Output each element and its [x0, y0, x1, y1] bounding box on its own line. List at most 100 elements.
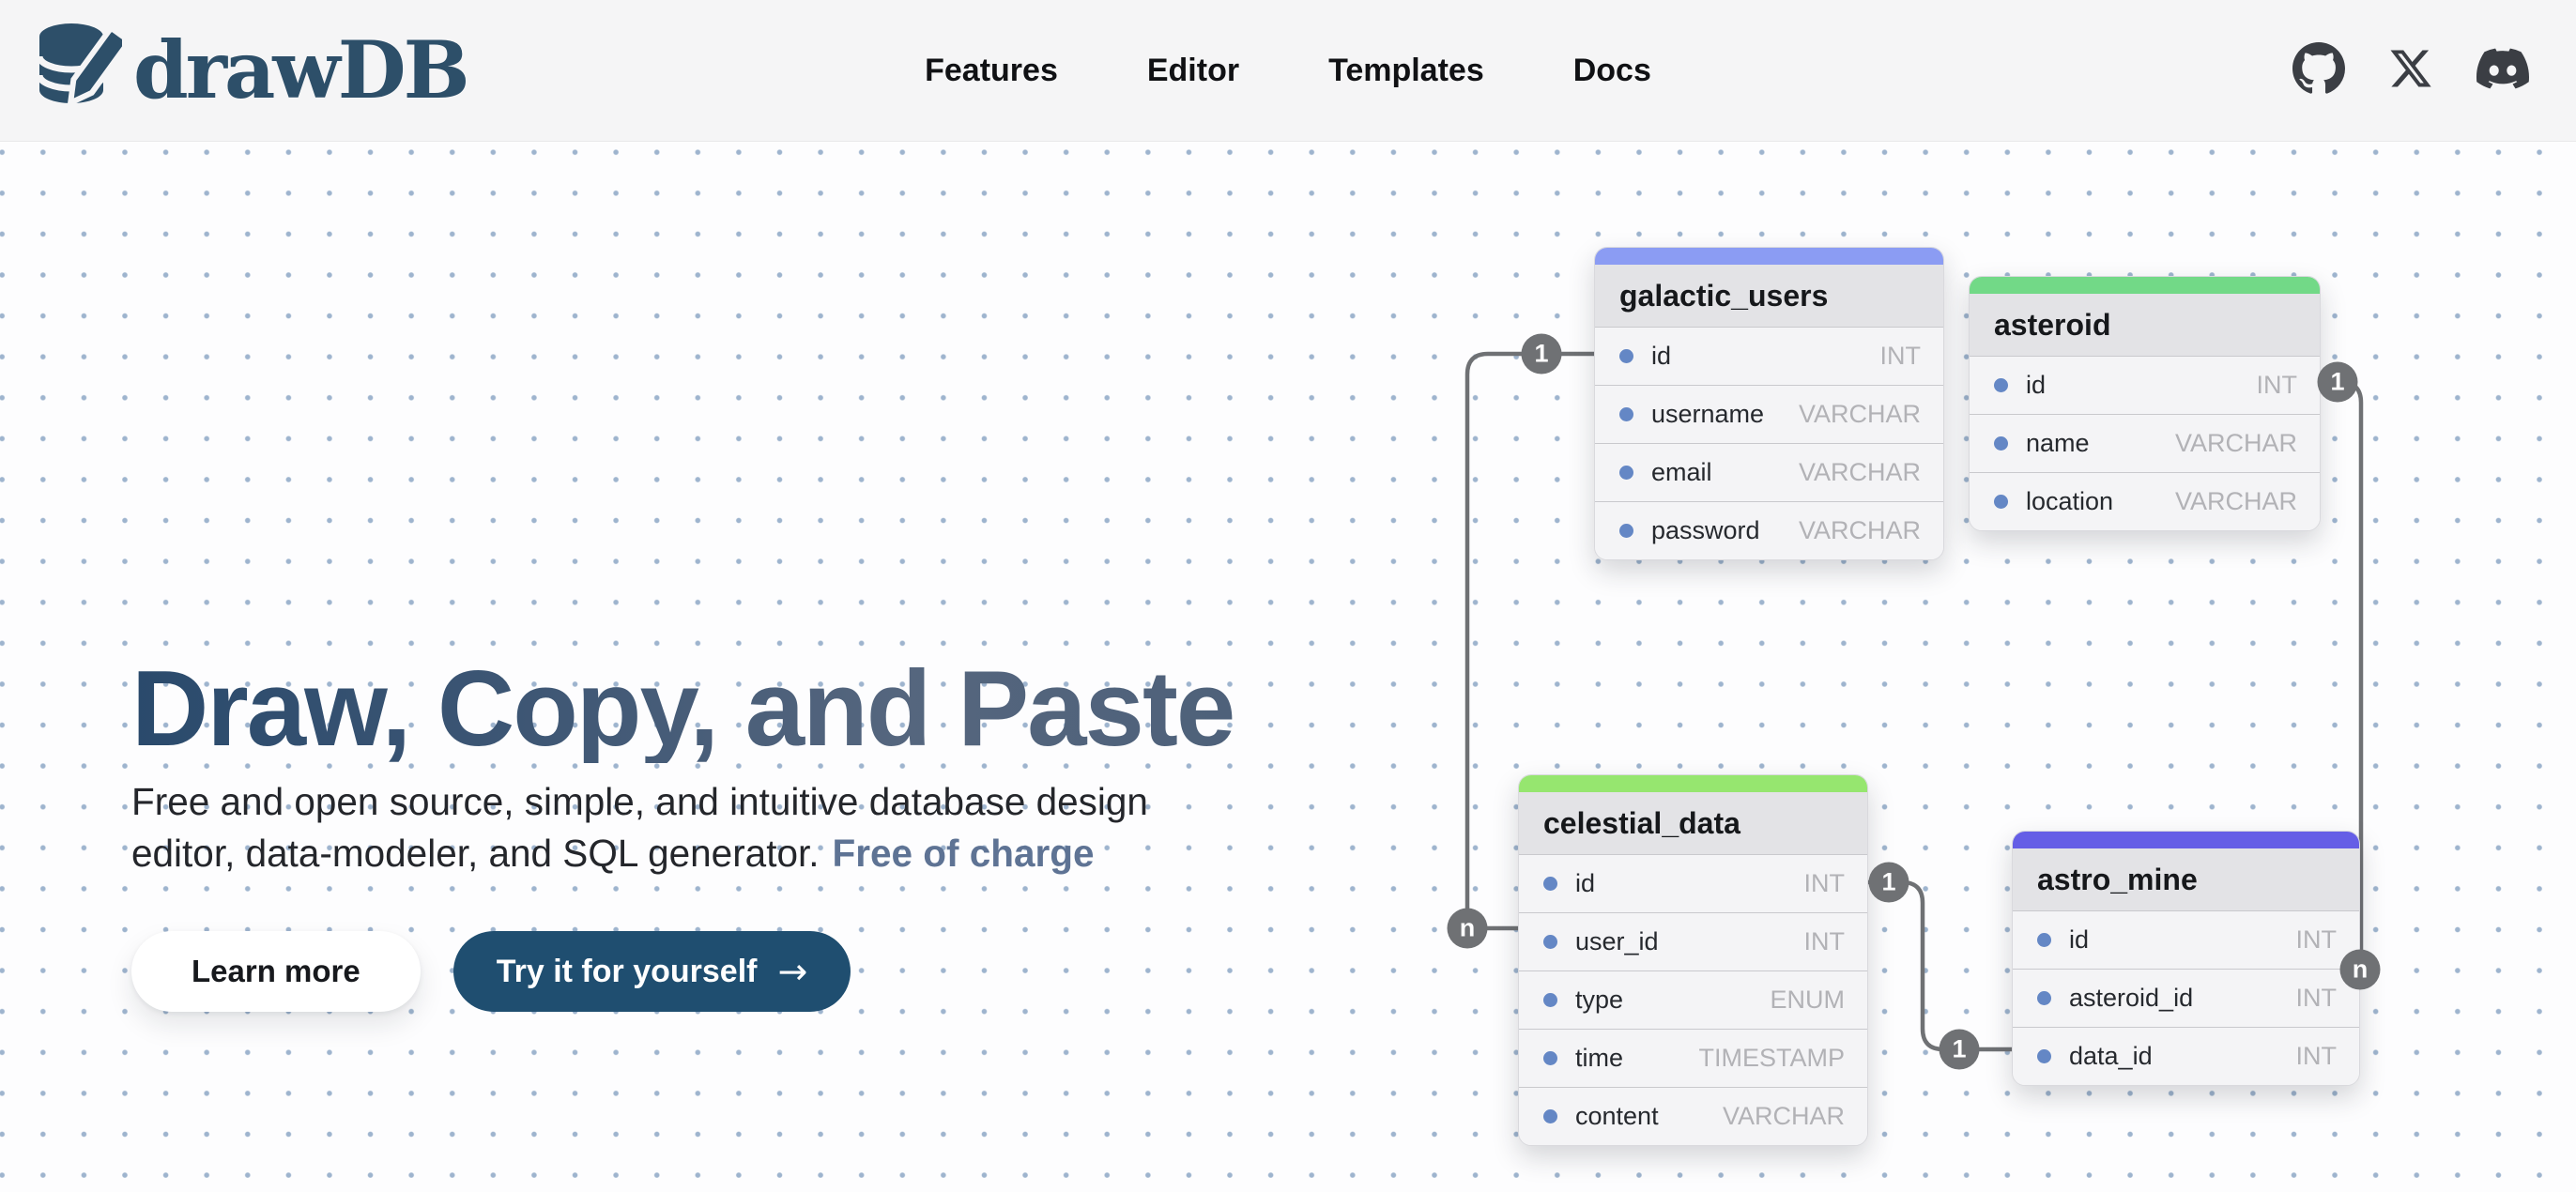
- field-dot-icon: [1994, 495, 2008, 509]
- field-dot-icon: [1543, 1109, 1557, 1123]
- table-name: galactic_users: [1595, 265, 1943, 327]
- table-name: asteroid: [1970, 294, 2320, 356]
- table-celestial_data: celestial_dataidINTuser_idINTtypeENUMtim…: [1518, 774, 1868, 1146]
- field-type: INT: [2296, 984, 2338, 1013]
- field-type: VARCHAR: [1723, 1102, 1845, 1131]
- cardinality-badge: 1: [1869, 863, 1909, 903]
- table-astro_mine: astro_mineid INT asteroid_id INT data_id INT: [2012, 831, 2360, 1086]
- field-dot-icon: [1619, 524, 1633, 538]
- table-row: id INT: [1595, 327, 1943, 385]
- field-dot-icon: [2037, 1049, 2051, 1063]
- table-galactic_users: galactic_usersid INT username VARCHAR email V…: [1594, 247, 1944, 560]
- field-name: type: [1575, 986, 1623, 1015]
- field-name: asteroid_id: [2069, 984, 2193, 1013]
- cardinality-badge: 1: [1940, 1030, 1980, 1070]
- github-icon: [2292, 42, 2345, 99]
- field-type: INT: [1880, 342, 1922, 371]
- table-row: email VARCHAR: [1595, 443, 1943, 501]
- field-name: id: [2069, 925, 2089, 955]
- nav-link-editor[interactable]: Editor: [1147, 53, 1239, 89]
- field-dot-icon: [1994, 436, 2008, 451]
- table-asteroid: asteroid id INT name VARCHAR location VARCHAR: [1969, 276, 2321, 531]
- hero-section: Draw, Copy, and Paste Free and open sour…: [0, 142, 2576, 1192]
- relationship-line-celestial-astromine: [1866, 882, 2014, 1049]
- main-nav: Features Editor Templates Docs: [925, 53, 1651, 89]
- field-name: location: [2026, 487, 2113, 516]
- hero-title: Draw, Copy, and Paste: [131, 656, 1234, 763]
- field-name: password: [1651, 516, 1760, 545]
- hero-subtitle-line2: editor, data-modeler, and SQL generator.: [131, 832, 819, 875]
- field-type: INT: [1804, 927, 1846, 956]
- field-dot-icon: [1543, 935, 1557, 949]
- field-name: id: [1651, 342, 1671, 371]
- social-link-discord[interactable]: [2476, 42, 2529, 99]
- field-dot-icon: [2037, 991, 2051, 1005]
- field-dot-icon: [1994, 378, 2008, 392]
- field-dot-icon: [1543, 993, 1557, 1007]
- cardinality-badge: 1: [2318, 362, 2358, 403]
- field-type: TIMESTAMP: [1698, 1044, 1845, 1073]
- nav-link-templates[interactable]: Templates: [1328, 53, 1484, 89]
- field-type: INT: [2296, 925, 2338, 955]
- discord-icon: [2476, 42, 2529, 99]
- table-row: content VARCHAR: [1519, 1087, 1867, 1145]
- cardinality-badge: n: [1448, 909, 1488, 949]
- learn-more-button[interactable]: Learn more: [131, 931, 421, 1012]
- table-name: astro_mine: [2013, 848, 2359, 910]
- table-row: passwordVARCHAR: [1595, 501, 1943, 559]
- field-dot-icon: [1543, 877, 1557, 891]
- try-it-label: Try it for yourself: [497, 954, 758, 990]
- field-type: INT: [2257, 371, 2298, 400]
- field-type: VARCHAR: [1799, 458, 1921, 487]
- arrow-right-icon: →: [777, 954, 807, 989]
- table-row: type ENUM: [1519, 970, 1867, 1029]
- nav-link-features[interactable]: Features: [925, 53, 1058, 89]
- field-dot-icon: [1619, 466, 1633, 480]
- field-dot-icon: [1619, 407, 1633, 421]
- field-name: id: [2026, 371, 2046, 400]
- field-dot-icon: [1543, 1051, 1557, 1065]
- brand-name: drawDB: [133, 31, 468, 110]
- table-accent-bar: [1519, 775, 1867, 792]
- field-name: email: [1651, 458, 1712, 487]
- nav-link-docs[interactable]: Docs: [1573, 53, 1651, 89]
- x-icon: [2388, 46, 2433, 96]
- social-link-github[interactable]: [2292, 42, 2345, 99]
- field-name: username: [1651, 400, 1764, 429]
- drawdb-logo-icon: [36, 21, 122, 121]
- hero-subtitle-line1: Free and open source, simple, and intuit…: [131, 780, 1148, 823]
- cardinality-badge: n: [2340, 950, 2381, 990]
- field-type: INT: [2296, 1042, 2338, 1071]
- field-type: INT: [1804, 869, 1846, 898]
- table-row: id INT: [1970, 356, 2320, 414]
- hero-subtitle: Free and open source, simple, and intuit…: [131, 776, 1148, 879]
- table-accent-bar: [1970, 277, 2320, 294]
- field-type: VARCHAR: [2175, 429, 2297, 458]
- table-row: id INT: [1519, 854, 1867, 912]
- table-row: username VARCHAR: [1595, 385, 1943, 443]
- table-row: asteroid_id INT: [2013, 969, 2359, 1027]
- social-links: [2292, 42, 2576, 99]
- field-name: name: [2026, 429, 2090, 458]
- top-navbar: drawDB Features Editor Templates Docs: [0, 0, 2576, 142]
- field-name: data_id: [2069, 1042, 2153, 1071]
- table-row: timeTIMESTAMP: [1519, 1029, 1867, 1087]
- table-row: id INT: [2013, 910, 2359, 969]
- field-type: VARCHAR: [2175, 487, 2297, 516]
- table-row: data_id INT: [2013, 1027, 2359, 1085]
- field-type: VARCHAR: [1799, 400, 1921, 429]
- field-name: id: [1575, 869, 1595, 898]
- try-it-button[interactable]: Try it for yourself →: [453, 931, 851, 1012]
- cardinality-badge: 1: [1522, 334, 1562, 374]
- field-dot-icon: [1619, 349, 1633, 363]
- cta-row: Learn more Try it for yourself →: [131, 931, 851, 1012]
- table-name: celestial_data: [1519, 792, 1867, 854]
- table-accent-bar: [2013, 832, 2359, 848]
- free-of-charge-label: Free of charge: [832, 832, 1094, 875]
- field-type: ENUM: [1771, 986, 1846, 1015]
- table-row: user_idINT: [1519, 912, 1867, 970]
- field-dot-icon: [2037, 933, 2051, 947]
- social-link-x[interactable]: [2388, 46, 2433, 96]
- field-name: content: [1575, 1102, 1659, 1131]
- brand-logo[interactable]: drawDB: [0, 21, 468, 121]
